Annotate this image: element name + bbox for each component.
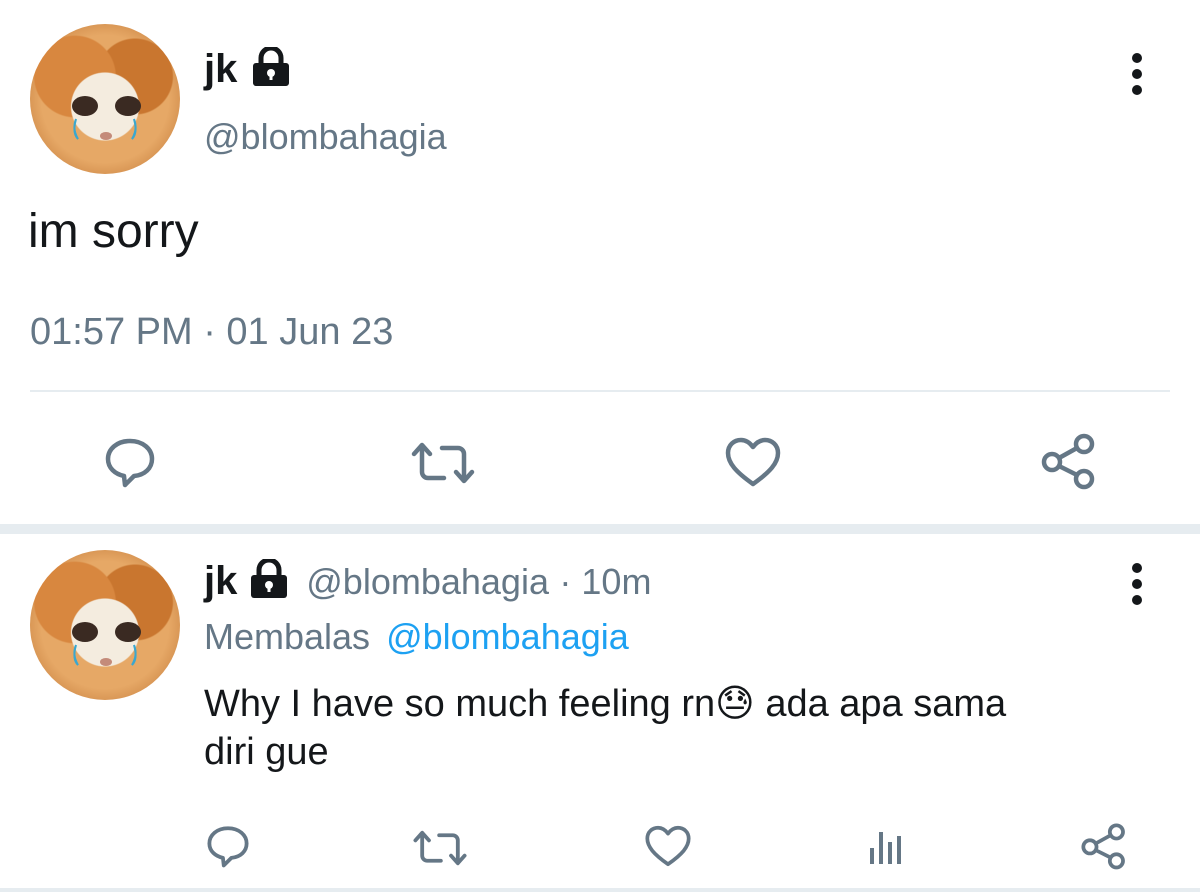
divider [30,390,1170,392]
author-handle[interactable]: @blombahagia [204,114,447,160]
author-name-row: jk [204,44,294,94]
replying-label: Membalas [204,616,371,657]
section-separator [0,524,1200,534]
tweet-text: im sorry [28,205,199,258]
reply-text-part-1: Why I have so much feeling rn [204,683,716,725]
sweat-emoji: 😓 [715,683,755,725]
reply-text-part-2: ada apa sama [754,683,1007,725]
display-name[interactable]: jk [204,559,237,603]
lock-icon [246,557,292,620]
avatar[interactable] [30,550,180,700]
avatar[interactable] [30,24,180,174]
reply-tweet[interactable]: jk @blombahagia · 10m Membalas @blombaha… [0,534,1200,892]
reply-header: jk @blombahagia · 10m [204,556,651,606]
more-vertical-icon[interactable] [1120,52,1154,96]
share-icon[interactable] [1080,822,1128,870]
display-name[interactable]: jk [204,47,237,91]
retweet-icon[interactable] [410,440,476,486]
time-ago: · 10m [559,561,652,602]
reply-text-line-1: Why I have so much feeling rn😓 ada apa s… [204,680,1164,728]
replying-to-link[interactable]: @blombahagia [386,616,629,657]
reply-icon[interactable] [206,824,250,868]
heart-icon[interactable] [644,824,692,868]
replying-to-row: Membalas @blombahagia [204,614,629,660]
reply-text-line-2: diri gue [204,731,329,773]
main-tweet: jk @blombahagia im sorry 01:57 PM · 01 J… [0,0,1200,520]
lock-icon [248,45,294,108]
reply-text: Why I have so much feeling rn😓 ada apa s… [204,680,1164,776]
share-icon[interactable] [1040,432,1098,490]
more-vertical-icon[interactable] [1120,562,1154,606]
tweet-timestamp[interactable]: 01:57 PM · 01 Jun 23 [30,310,393,354]
reply-icon[interactable] [104,436,156,488]
analytics-icon[interactable] [866,826,906,866]
heart-icon[interactable] [724,436,782,488]
bottom-divider [0,888,1200,892]
retweet-icon[interactable] [412,828,468,868]
author-handle[interactable]: @blombahagia [306,561,549,602]
